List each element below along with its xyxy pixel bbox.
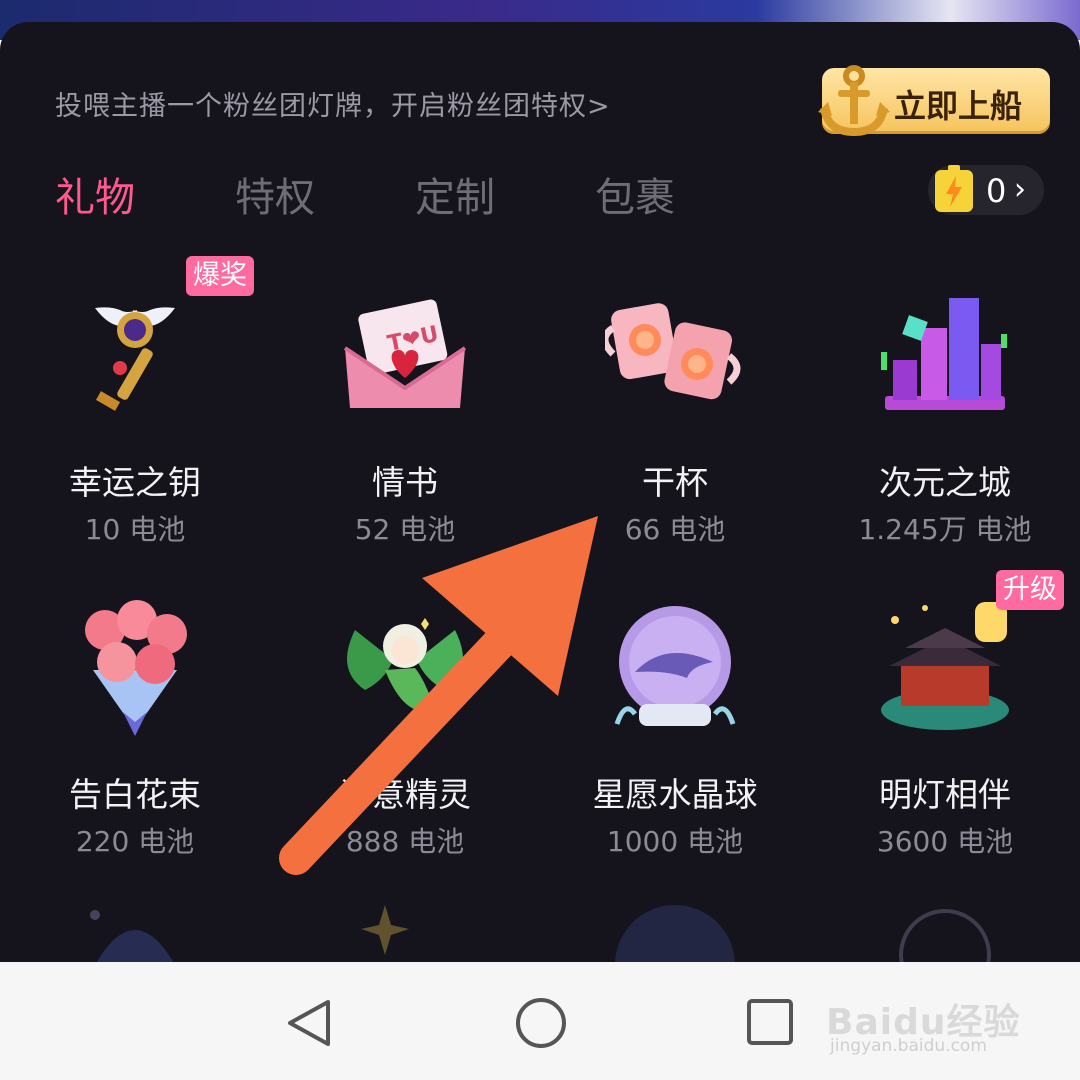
tab-custom[interactable]: 定制 xyxy=(415,165,495,223)
crystal-ball-icon xyxy=(614,606,736,726)
lantern-palace-icon xyxy=(881,602,1009,730)
gift-item[interactable]: 次元之城 1.245万 电池 xyxy=(810,288,1080,588)
chevron-right-icon: › xyxy=(1014,172,1026,207)
fan-club-prompt[interactable]: 投喂主播一个粉丝团灯牌，开启粉丝团特权> xyxy=(55,84,611,123)
gift-item[interactable]: 诗意精灵 888 电池 xyxy=(270,600,540,900)
anchor-icon xyxy=(818,65,890,137)
bouquet-icon xyxy=(85,600,187,736)
gift-price: 1.245万 电池 xyxy=(858,513,1032,546)
gift-price: 66 电池 xyxy=(624,513,726,546)
gift-name: 诗意精灵 xyxy=(339,775,471,814)
gift-price: 1000 电池 xyxy=(606,825,744,858)
gift-price: 888 电池 xyxy=(345,825,465,858)
gift-thumbnail-partial[interactable] xyxy=(875,895,1015,965)
gift-price: 10 电池 xyxy=(84,513,186,546)
gift-thumbnail-partial[interactable] xyxy=(65,895,205,965)
city-icon xyxy=(881,298,1007,410)
gift-price: 220 电池 xyxy=(75,825,195,858)
hot-prize-badge: 爆奖 xyxy=(186,256,254,296)
fairy-icon xyxy=(347,618,463,712)
gift-item[interactable]: T❤U 情书 52 电池 xyxy=(270,288,540,588)
tab-gifts[interactable]: 礼物 xyxy=(55,165,135,223)
tab-package[interactable]: 包裹 xyxy=(595,165,675,223)
back-icon[interactable] xyxy=(284,996,334,1050)
upgrade-badge: 升级 xyxy=(996,570,1064,610)
cheers-cups-icon xyxy=(605,303,741,400)
board-ship-button[interactable]: 立即上船 xyxy=(818,65,1050,137)
gift-price: 3600 电池 xyxy=(876,825,1014,858)
battery-count: 0 xyxy=(986,172,1007,210)
gift-name: 次元之城 xyxy=(879,463,1011,502)
key-icon xyxy=(95,307,175,411)
home-icon[interactable] xyxy=(514,996,568,1050)
gift-thumbnail-partial[interactable] xyxy=(335,895,475,965)
battery-balance-button[interactable]: 0 › xyxy=(928,165,1044,215)
baidu-watermark-url: jingyan.baidu.com xyxy=(830,1036,987,1056)
gift-name: 明灯相伴 xyxy=(879,775,1011,814)
recents-icon[interactable] xyxy=(746,998,794,1046)
gift-price: 52 电池 xyxy=(354,513,456,546)
gift-item[interactable]: 干杯 66 电池 xyxy=(540,288,810,588)
battery-icon xyxy=(935,165,973,212)
gift-name: 告白花束 xyxy=(69,775,201,814)
gift-tabs: 礼物 特权 定制 包裹 xyxy=(0,165,1080,225)
gift-item[interactable]: 明灯相伴 3600 电池 xyxy=(810,600,1080,900)
board-button-label: 立即上船 xyxy=(894,87,1023,125)
gift-name: 干杯 xyxy=(642,463,708,502)
gift-item[interactable]: 告白花束 220 电池 xyxy=(0,600,270,900)
love-letter-icon: T❤U xyxy=(343,299,467,408)
gift-item[interactable]: 幸运之钥 10 电池 xyxy=(0,288,270,588)
tab-privileges[interactable]: 特权 xyxy=(235,165,315,223)
gift-name: 星愿水晶球 xyxy=(592,775,758,814)
gift-name: 情书 xyxy=(372,463,438,502)
gift-name: 幸运之钥 xyxy=(69,463,201,502)
gift-thumbnail-partial[interactable] xyxy=(605,895,745,965)
gift-item[interactable]: 星愿水晶球 1000 电池 xyxy=(540,600,810,900)
